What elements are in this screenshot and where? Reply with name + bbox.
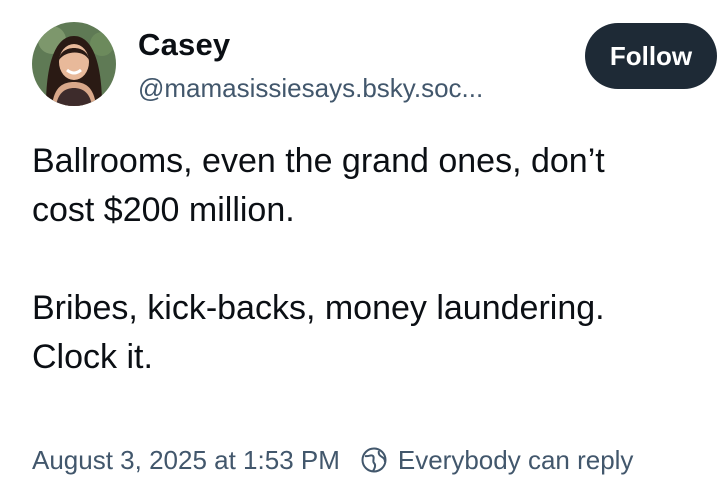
author-display-name[interactable]: Casey	[138, 27, 230, 63]
avatar[interactable]	[32, 22, 116, 106]
author-handle[interactable]: @mamasissiesays.bsky.soc...	[138, 73, 483, 104]
post-card: Casey @mamasissiesays.bsky.soc... Follow…	[0, 0, 728, 494]
post-text-line: Clock it.	[32, 338, 153, 376]
post-text-line: Bribes, kick-backs, money laundering.	[32, 289, 605, 327]
follow-button[interactable]: Follow	[585, 23, 717, 89]
reply-setting-label: Everybody can reply	[397, 444, 634, 475]
post-text-line: cost $200 million.	[32, 191, 295, 229]
post-footer: August 3, 2025 at 1:53 PM Everybody can …	[32, 440, 633, 480]
post-text-line: Ballrooms, even the grand ones, don’t	[32, 142, 605, 180]
post-body: Ballrooms, even the grand ones, don’t co…	[32, 137, 712, 382]
avatar-image	[32, 22, 116, 106]
reply-setting[interactable]: Everybody can reply	[360, 444, 634, 476]
post-timestamp[interactable]: August 3, 2025 at 1:53 PM	[32, 445, 340, 476]
globe-icon	[360, 446, 388, 474]
